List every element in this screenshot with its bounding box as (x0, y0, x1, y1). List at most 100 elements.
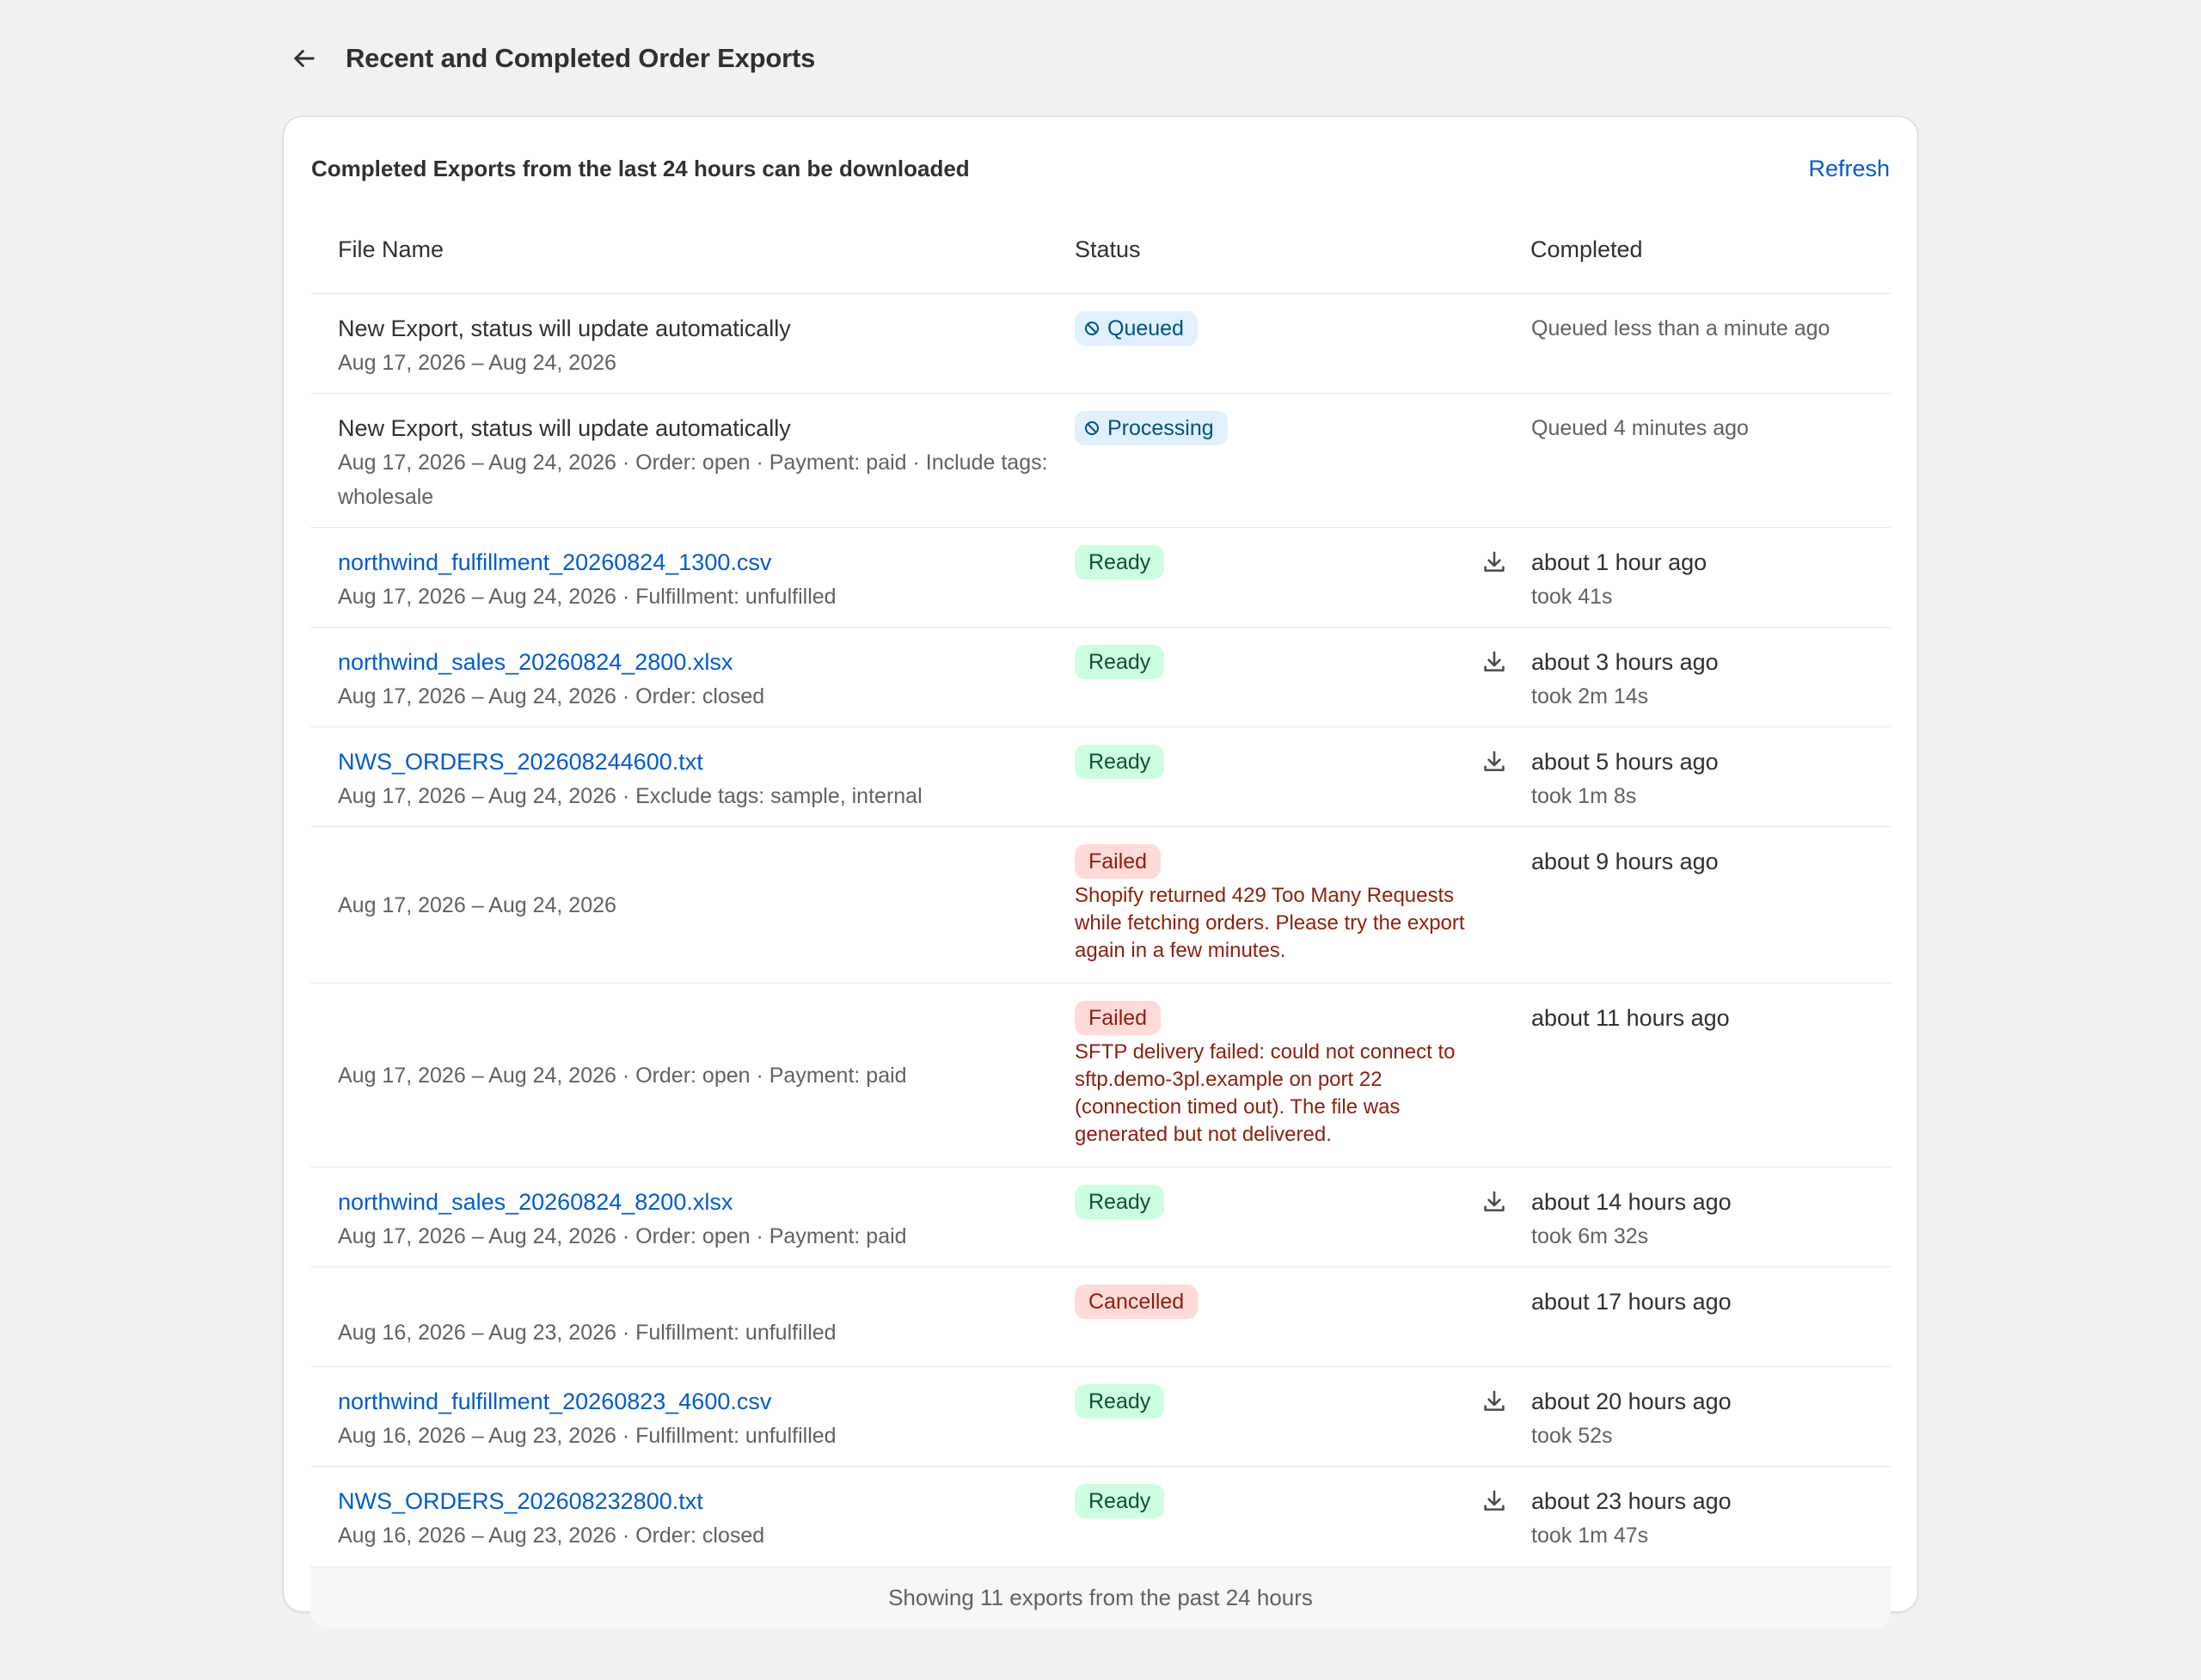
export-filters: Aug 17, 2026 – Aug 24, 2026 · Order: ope… (338, 1063, 907, 1088)
table-footer: Showing 11 exports from the past 24 hour… (310, 1567, 1891, 1628)
file-download-link[interactable]: northwind_sales_20260824_2800.xlsx (338, 645, 1058, 679)
status-badge: Ready (1075, 645, 1165, 679)
export-filters: Aug 17, 2026 – Aug 24, 2026 · Fulfillmen… (338, 585, 837, 609)
export-filters: Aug 17, 2026 – Aug 24, 2026 · Order: ope… (338, 1224, 907, 1248)
table-row: NWS_ORDERS_202608244600.txt Aug 17, 2026 … (310, 727, 1891, 827)
export-title: New Export, status will update automatic… (338, 316, 791, 341)
status-cell: Queued (1075, 294, 1530, 397)
completed-time: Queued less than a minute ago (1531, 316, 1830, 340)
status-badge-label: Processing (1107, 416, 1214, 440)
file-name-cell: Aug 17, 2026 – Aug 24, 2026 · Order: ope… (310, 984, 1075, 1167)
completed-cell: about 17 hours ago (1530, 1267, 1891, 1367)
circle-slash-icon (1085, 322, 1099, 335)
completed-time: about 1 hour ago (1531, 549, 1707, 575)
download-button[interactable] (1479, 746, 1510, 777)
file-download-link[interactable]: NWS_ORDERS_202608232800.txt (338, 1484, 1058, 1518)
arrow-left-icon (294, 50, 315, 67)
status-badge-label: Ready (1088, 650, 1151, 674)
file-name-cell: NWS_ORDERS_202608244600.txt Aug 17, 2026 … (310, 727, 1075, 831)
download-icon (1484, 551, 1505, 572)
status-badge-label: Ready (1088, 1489, 1151, 1513)
export-duration: took 1m 47s (1531, 1524, 1649, 1548)
table-row: Aug 17, 2026 – Aug 24, 2026 Failed Shopify… (310, 827, 1891, 984)
export-duration: took 1m 8s (1531, 784, 1637, 808)
completed-cell: Queued 4 minutes ago (1530, 394, 1891, 531)
status-cell: Ready (1075, 727, 1530, 831)
status-badge-label: Failed (1088, 849, 1148, 874)
export-filters: Aug 17, 2026 – Aug 24, 2026 · Exclude ta… (338, 784, 923, 808)
page-header: Recent and Completed Order Exports (284, 38, 815, 79)
download-button[interactable] (1479, 1386, 1510, 1417)
completed-cell: about 23 hours ago took 1m 47s (1530, 1467, 1891, 1570)
table-row: NWS_ORDERS_202608232800.txt Aug 16, 2026 … (310, 1467, 1891, 1567)
status-badge: Queued (1075, 311, 1198, 346)
circle-slash-icon (1085, 421, 1099, 435)
completed-cell: about 11 hours ago (1530, 984, 1891, 1167)
export-filters: Aug 17, 2026 – Aug 24, 2026 · Order: ope… (338, 451, 1048, 509)
table-row: northwind_fulfillment_20260824_1300.csv A… (310, 528, 1891, 628)
download-button[interactable] (1479, 1486, 1510, 1517)
status-badge: Cancelled (1075, 1285, 1199, 1319)
status-badge: Ready (1075, 1484, 1165, 1518)
table-row: Aug 17, 2026 – Aug 24, 2026 · Order: ope… (310, 984, 1891, 1168)
status-cell: Failed SFTP delivery failed: could not co… (1075, 984, 1530, 1167)
export-filters: Aug 17, 2026 – Aug 24, 2026 (338, 892, 616, 917)
back-button[interactable] (284, 38, 325, 79)
file-download-link[interactable]: NWS_ORDERS_202608244600.txt (338, 745, 1058, 779)
file-download-link[interactable]: northwind_fulfillment_20260823_4600.csv (338, 1384, 1058, 1419)
export-duration: took 2m 14s (1531, 684, 1649, 708)
export-title: New Export, status will update automatic… (338, 415, 791, 441)
export-duration: took 52s (1531, 1424, 1613, 1448)
status-badge-label: Ready (1088, 750, 1151, 774)
status-badge: Ready (1075, 1185, 1165, 1219)
status-cell: Ready (1075, 1467, 1530, 1570)
status-cell: Ready (1075, 628, 1530, 731)
refresh-link[interactable]: Refresh (1808, 156, 1891, 182)
export-filters: Aug 16, 2026 – Aug 23, 2026 · Fulfillmen… (338, 1424, 837, 1448)
card-header: Completed Exports from the last 24 hours… (310, 117, 1891, 206)
download-icon (1484, 1490, 1505, 1511)
table-header: File Name Status Completed (310, 206, 1891, 294)
file-name-cell: northwind_sales_20260824_2800.xlsx Aug 17… (310, 628, 1075, 731)
completed-time: about 11 hours ago (1531, 1005, 1730, 1031)
completed-cell: about 1 hour ago took 41s (1530, 528, 1891, 631)
download-button[interactable] (1479, 547, 1510, 578)
export-duration: took 41s (1531, 585, 1613, 609)
file-name-cell: New Export, status will update automatic… (310, 394, 1075, 531)
table-row: New Export, status will update automatic… (310, 294, 1891, 394)
completed-cell: about 14 hours ago took 6m 32s (1530, 1168, 1891, 1271)
completed-time: about 9 hours ago (1531, 849, 1719, 874)
file-name-cell: New Export, status will update automatic… (310, 294, 1075, 397)
table-row: northwind_sales_20260824_2800.xlsx Aug 17… (310, 628, 1891, 727)
column-header-completed: Completed (1530, 236, 1643, 262)
file-name-cell: northwind_sales_20260824_8200.xlsx Aug 17… (310, 1168, 1075, 1271)
page-title: Recent and Completed Order Exports (346, 43, 816, 73)
download-button[interactable] (1479, 647, 1510, 678)
export-filters: Aug 16, 2026 – Aug 23, 2026 · Order: clo… (338, 1524, 765, 1548)
status-badge-label: Ready (1088, 1190, 1151, 1214)
table-row: northwind_fulfillment_20260823_4600.csv A… (310, 1367, 1891, 1467)
file-download-link[interactable]: northwind_fulfillment_20260824_1300.csv (338, 545, 1058, 579)
column-header-status: Status (1075, 236, 1141, 262)
download-icon (1484, 651, 1505, 671)
status-cell: Ready (1075, 1367, 1530, 1470)
column-header-file-name: File Name (338, 236, 444, 262)
status-cell: Cancelled (1075, 1267, 1530, 1367)
status-badge: Failed (1075, 844, 1162, 879)
exports-card: Completed Exports from the last 24 hours… (284, 117, 1917, 1628)
file-name-cell: NWS_ORDERS_202608232800.txt Aug 16, 2026 … (310, 1467, 1075, 1570)
completed-time: about 14 hours ago (1531, 1189, 1732, 1215)
file-download-link[interactable]: northwind_sales_20260824_8200.xlsx (338, 1185, 1058, 1219)
table-row: northwind_sales_20260824_8200.xlsx Aug 17… (310, 1168, 1891, 1267)
table-row: New Export, status will update automatic… (310, 394, 1891, 528)
completed-time: about 5 hours ago (1531, 749, 1719, 775)
download-icon (1484, 1390, 1505, 1411)
status-badge-label: Failed (1088, 1006, 1148, 1030)
download-button[interactable] (1479, 1186, 1510, 1217)
export-duration: took 6m 32s (1531, 1224, 1649, 1248)
completed-time: about 3 hours ago (1531, 649, 1719, 675)
file-name-cell: Aug 17, 2026 – Aug 24, 2026 (310, 827, 1075, 983)
completed-time: Queued 4 minutes ago (1531, 416, 1749, 440)
status-cell: Processing (1075, 394, 1530, 531)
file-name-cell: northwind_fulfillment_20260823_4600.csv A… (310, 1367, 1075, 1470)
